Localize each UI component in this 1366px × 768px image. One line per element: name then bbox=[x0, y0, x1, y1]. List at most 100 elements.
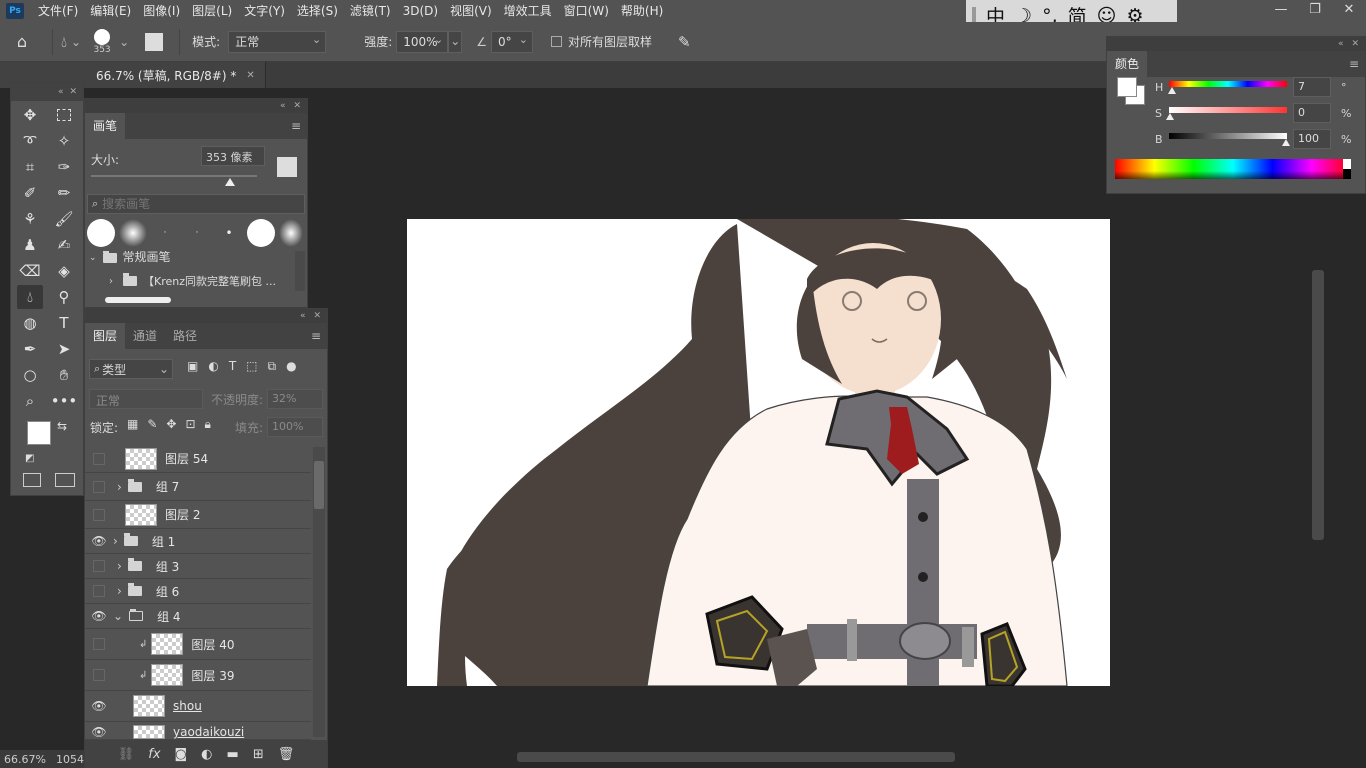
layer-row[interactable]: 图层 54 bbox=[85, 445, 311, 473]
create-brush-icon[interactable] bbox=[277, 157, 297, 177]
menu-file[interactable]: 文件(F) bbox=[32, 0, 84, 22]
magic-wand-tool-icon[interactable]: ✧ bbox=[51, 129, 77, 153]
toolbox-header[interactable]: «✕ bbox=[11, 83, 83, 101]
size-slider-handle[interactable] bbox=[225, 178, 235, 186]
brush-search[interactable]: ⌕ bbox=[87, 194, 305, 214]
brush-preset-picker[interactable]: 353 bbox=[89, 28, 115, 55]
new-layer-icon[interactable]: ⊞ bbox=[253, 747, 264, 762]
filter-toggle-icon[interactable]: ● bbox=[286, 359, 296, 374]
swap-colors-icon[interactable]: ⇆ bbox=[57, 419, 67, 433]
quick-mask-icon[interactable] bbox=[23, 473, 41, 487]
menu-view[interactable]: 视图(V) bbox=[444, 0, 498, 22]
chevron-right-icon[interactable]: › bbox=[109, 276, 113, 287]
brush-preset-soft-round[interactable] bbox=[119, 219, 147, 247]
pen-tool-icon[interactable]: ✒︎ bbox=[17, 337, 43, 361]
layer-row[interactable]: ↲ 图层 40 bbox=[85, 629, 311, 660]
mode-dropdown[interactable]: 正常 bbox=[228, 30, 327, 53]
brush-preset-large-round[interactable] bbox=[247, 219, 275, 247]
chevron-right-icon[interactable]: › bbox=[117, 480, 122, 494]
blend-mode-dropdown[interactable]: 正常 bbox=[89, 389, 203, 409]
brightness-slider-handle[interactable] bbox=[1282, 139, 1290, 146]
opacity-input[interactable]: 32% bbox=[267, 389, 323, 409]
zoom-readout[interactable]: 66.67% bbox=[4, 753, 46, 766]
chevron-down-icon[interactable]: ⌄ bbox=[89, 253, 97, 263]
close-tab-icon[interactable]: ✕ bbox=[246, 70, 254, 81]
brush-settings-toggle-icon[interactable] bbox=[145, 32, 164, 51]
default-colors-icon[interactable]: ◩ bbox=[25, 453, 34, 464]
color-ramp[interactable] bbox=[1115, 159, 1351, 179]
layer-row[interactable]: 👁︎ ⌄ 组 4 bbox=[85, 604, 311, 629]
menu-layer[interactable]: 图层(L) bbox=[186, 0, 238, 22]
panel-header[interactable]: «✕ bbox=[1107, 37, 1365, 51]
layer-row[interactable]: 图层 2 bbox=[85, 501, 311, 529]
h-input[interactable]: 7 bbox=[1293, 77, 1331, 97]
strength-dropdown[interactable]: 100% bbox=[396, 30, 449, 53]
tab-color[interactable]: 颜色 bbox=[1107, 51, 1148, 77]
panel-menu-icon[interactable]: ≡ bbox=[311, 329, 321, 343]
panel-header[interactable]: «✕ bbox=[85, 309, 327, 323]
s-input[interactable]: 0 bbox=[1293, 103, 1331, 123]
visibility-toggle[interactable] bbox=[93, 638, 105, 650]
new-group-icon[interactable]: ▬ bbox=[227, 747, 239, 762]
visibility-toggle[interactable] bbox=[93, 452, 105, 465]
close-icon[interactable]: ✕ bbox=[313, 309, 321, 323]
restore-button[interactable]: ❐ bbox=[1298, 0, 1332, 22]
visibility-toggle[interactable] bbox=[93, 480, 105, 493]
healing-brush-tool-icon[interactable]: ✐ bbox=[17, 181, 43, 205]
visibility-toggle[interactable] bbox=[93, 508, 105, 521]
stamp-tool-icon[interactable]: ♟︎ bbox=[17, 233, 43, 257]
menu-window[interactable]: 窗口(W) bbox=[558, 0, 615, 22]
type-filter-icon[interactable]: T bbox=[229, 359, 236, 374]
more-tools-icon[interactable]: ••• bbox=[51, 389, 78, 413]
chevron-down-icon[interactable]: ⌄ bbox=[71, 35, 81, 49]
adjustment-filter-icon[interactable]: ◐ bbox=[208, 359, 218, 374]
brush-preset-pencil[interactable]: • bbox=[215, 219, 243, 247]
type-tool-icon[interactable]: T bbox=[51, 311, 77, 335]
dodge-tool-icon[interactable]: ⚲ bbox=[51, 285, 77, 309]
layer-row[interactable]: › 组 7 bbox=[85, 473, 311, 501]
layer-row[interactable]: 👁︎ yaodaikouzi bbox=[85, 722, 311, 740]
move-tool-icon[interactable]: ✥ bbox=[17, 103, 43, 127]
horizontal-scrollbar-thumb[interactable] bbox=[517, 752, 955, 762]
eye-icon[interactable]: 👁︎ bbox=[85, 534, 113, 548]
close-icon[interactable]: ✕ bbox=[293, 99, 301, 113]
visibility-toggle[interactable] bbox=[93, 560, 105, 572]
panel-header[interactable]: «✕ bbox=[85, 99, 307, 113]
eye-icon[interactable]: 👁︎ bbox=[85, 725, 113, 739]
close-button[interactable]: ✕ bbox=[1332, 0, 1366, 22]
layer-row[interactable]: › 组 6 bbox=[85, 579, 311, 604]
menu-3d[interactable]: 3D(D) bbox=[397, 0, 444, 22]
menu-plugins[interactable]: 增效工具 bbox=[498, 0, 558, 22]
menu-type[interactable]: 文字(Y) bbox=[238, 0, 291, 22]
menu-image[interactable]: 图像(I) bbox=[137, 0, 186, 22]
hand-tool-icon[interactable]: ✋︎ bbox=[51, 363, 77, 387]
hue-slider[interactable] bbox=[1169, 81, 1287, 87]
menu-edit[interactable]: 编辑(E) bbox=[84, 0, 137, 22]
layers-scrollbar[interactable] bbox=[313, 447, 325, 737]
layers-scrollbar-thumb[interactable] bbox=[314, 461, 324, 509]
brush-tool-icon[interactable]: 🖌︎ bbox=[51, 207, 77, 231]
link-layers-icon[interactable]: ⛓︎ bbox=[118, 747, 135, 762]
layer-row[interactable]: ↲ 图层 39 bbox=[85, 660, 311, 691]
trash-icon[interactable]: 🗑︎ bbox=[278, 747, 295, 762]
lock-position-icon[interactable]: ✥ bbox=[166, 417, 176, 432]
lock-all-icon[interactable]: 🔒︎ bbox=[205, 417, 211, 432]
brush-preset-soft-large[interactable] bbox=[279, 219, 303, 247]
menu-filter[interactable]: 滤镜(T) bbox=[344, 0, 397, 22]
crop-tool-icon[interactable]: ⌗ bbox=[17, 155, 43, 179]
visibility-toggle[interactable] bbox=[93, 669, 105, 681]
collapse-icon[interactable]: « bbox=[300, 309, 306, 323]
menu-help[interactable]: 帮助(H) bbox=[615, 0, 669, 22]
collapse-icon[interactable]: « bbox=[280, 99, 286, 113]
brightness-slider[interactable] bbox=[1169, 133, 1287, 139]
layer-row[interactable]: › 组 3 bbox=[85, 554, 311, 579]
panel-menu-icon[interactable]: ≡ bbox=[291, 119, 301, 133]
chevron-down-icon[interactable]: ⌄ bbox=[448, 30, 463, 53]
b-input[interactable]: 100 bbox=[1293, 129, 1331, 149]
eye-icon[interactable]: 👁︎ bbox=[85, 699, 113, 713]
angle-input[interactable]: 0° bbox=[491, 30, 533, 53]
size-input[interactable]: 353 像素 bbox=[201, 146, 265, 166]
foreground-color-swatch[interactable] bbox=[27, 421, 51, 445]
zoom-tool-icon[interactable]: ⌕ bbox=[17, 389, 43, 413]
tab-layers[interactable]: 图层 bbox=[85, 323, 126, 349]
